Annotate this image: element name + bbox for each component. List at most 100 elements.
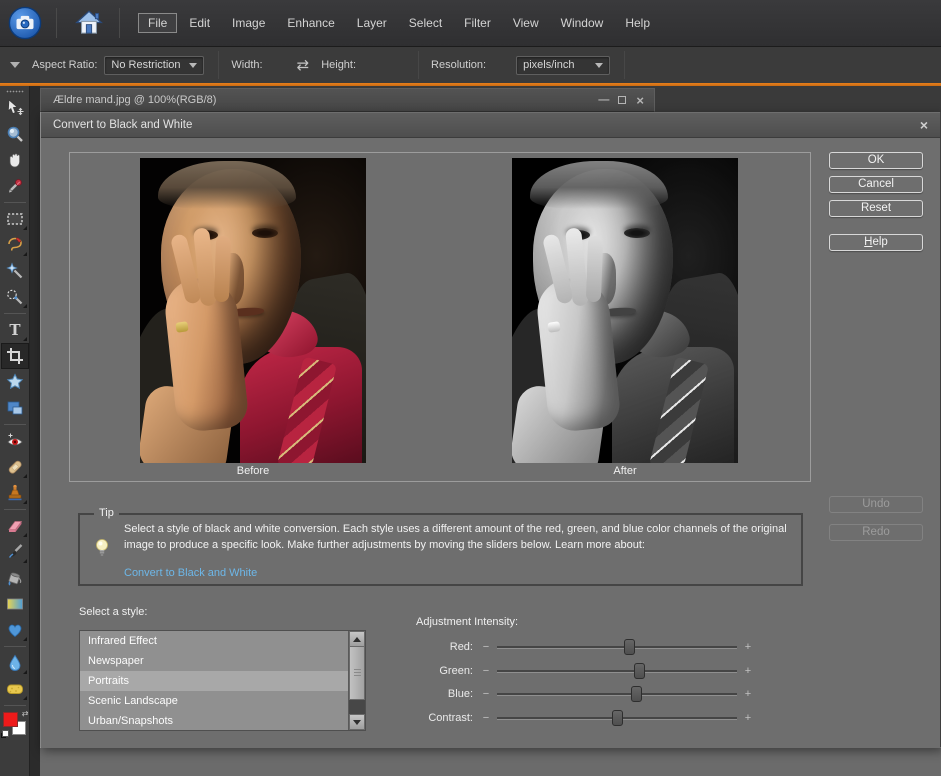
contrast-slider-minus[interactable]: − xyxy=(479,712,493,724)
accent-divider xyxy=(0,83,941,86)
style-option-urban-snapshots[interactable]: Urban/Snapshots xyxy=(80,711,348,730)
svg-text:T: T xyxy=(9,321,21,339)
tool-options-caret-icon[interactable] xyxy=(10,62,20,68)
tip-link[interactable]: Convert to Black and White xyxy=(124,567,257,579)
restore-icon[interactable] xyxy=(618,96,626,104)
blue-slider-plus[interactable]: + xyxy=(741,688,755,700)
aspect-ratio-dropdown[interactable]: No Restriction xyxy=(104,56,204,75)
red-slider-thumb[interactable] xyxy=(624,639,635,655)
convert-bw-dialog: Convert to Black and White × xyxy=(40,112,941,748)
before-label: Before xyxy=(140,465,366,477)
scroll-down-icon[interactable] xyxy=(349,714,365,730)
eraser-tool[interactable] xyxy=(1,513,29,539)
eyedropper-tool[interactable] xyxy=(1,173,29,199)
lasso-tool[interactable] xyxy=(1,232,29,258)
crop-tool[interactable] xyxy=(1,343,29,369)
toolbar-divider xyxy=(4,202,26,203)
app-logo-camera-icon[interactable] xyxy=(8,6,42,40)
home-icon[interactable] xyxy=(73,7,105,39)
style-list-rows: Infrared EffectNewspaperPortraitsScenic … xyxy=(80,631,348,730)
menu-item-edit[interactable]: Edit xyxy=(179,13,220,33)
menu-item-enhance[interactable]: Enhance xyxy=(277,13,344,33)
style-option-scenic-landscape[interactable]: Scenic Landscape xyxy=(80,691,348,711)
healing-brush-tool[interactable] xyxy=(1,454,29,480)
move-tool[interactable] xyxy=(1,95,29,121)
portrait-ring xyxy=(175,321,188,333)
quick-selection-tool[interactable] xyxy=(1,284,29,310)
clone-stamp-tool[interactable] xyxy=(1,480,29,506)
foreground-color-swatch[interactable] xyxy=(3,712,18,727)
type-tool[interactable]: T xyxy=(1,317,29,343)
style-option-infrared-effect[interactable]: Infrared Effect xyxy=(80,631,348,651)
dialog-close-icon[interactable]: × xyxy=(920,117,928,133)
blue-slider-minus[interactable]: − xyxy=(479,688,493,700)
cancel-button[interactable]: Cancel xyxy=(829,176,923,193)
red-slider-track[interactable] xyxy=(497,646,737,649)
toolbar-drag-handle[interactable] xyxy=(6,90,24,93)
red-slider-plus[interactable]: + xyxy=(741,641,755,653)
menu-item-image[interactable]: Image xyxy=(222,13,275,33)
shape-tool[interactable] xyxy=(1,617,29,643)
scrollbar-thumb[interactable] xyxy=(349,647,365,700)
document-titlebar[interactable]: Ældre mand.jpg @ 100%(RGB/8) — × xyxy=(40,88,655,112)
recompose-tool[interactable] xyxy=(1,395,29,421)
menu-item-help[interactable]: Help xyxy=(615,13,660,33)
scrollbar-track[interactable] xyxy=(349,700,365,714)
undo-button[interactable]: Undo xyxy=(829,496,923,513)
brush-tool[interactable] xyxy=(1,539,29,565)
tip-box: Tip Select a style of black and white co… xyxy=(78,513,803,586)
reset-button[interactable]: Reset xyxy=(829,200,923,217)
color-swatches[interactable]: ⇄ xyxy=(2,711,28,743)
after-portrait xyxy=(512,158,738,463)
red-eye-tool[interactable] xyxy=(1,428,29,454)
contrast-slider-track[interactable] xyxy=(497,717,737,720)
contrast-slider-plus[interactable]: + xyxy=(741,712,755,724)
default-colors-icon[interactable] xyxy=(2,730,9,737)
sponge-tool[interactable] xyxy=(1,676,29,702)
style-option-newspaper[interactable]: Newspaper xyxy=(80,651,348,671)
adjust-section-label: Adjustment Intensity: xyxy=(416,616,518,628)
menu-item-window[interactable]: Window xyxy=(551,13,614,33)
green-slider-label: Green: xyxy=(409,665,473,677)
zoom-tool[interactable] xyxy=(1,121,29,147)
minimize-icon[interactable]: — xyxy=(598,94,608,106)
menu-item-layer[interactable]: Layer xyxy=(347,13,397,33)
style-option-portraits[interactable]: Portraits xyxy=(80,671,348,691)
menu-item-view[interactable]: View xyxy=(503,13,549,33)
menu-item-select[interactable]: Select xyxy=(399,13,452,33)
swap-colors-icon[interactable]: ⇄ xyxy=(22,709,29,718)
chevron-down-icon xyxy=(189,63,197,68)
aspect-ratio-value: No Restriction xyxy=(111,59,180,71)
swap-dimensions-icon[interactable]: ⇄ xyxy=(297,56,310,74)
toolbar-gutter xyxy=(30,86,40,776)
close-icon[interactable]: × xyxy=(636,93,644,108)
blur-tool[interactable] xyxy=(1,650,29,676)
magic-wand-tool[interactable] xyxy=(1,258,29,284)
blue-slider-thumb[interactable] xyxy=(631,686,642,702)
hand-tool[interactable] xyxy=(1,147,29,173)
contrast-slider-thumb[interactable] xyxy=(612,710,623,726)
red-slider-minus[interactable]: − xyxy=(479,641,493,653)
help-button[interactable]: Help xyxy=(829,234,923,251)
lightbulb-icon xyxy=(95,538,109,559)
gradient-tool[interactable] xyxy=(1,591,29,617)
menu-item-file[interactable]: File xyxy=(138,13,177,33)
green-slider-minus[interactable]: − xyxy=(479,665,493,677)
scroll-up-icon[interactable] xyxy=(349,631,365,647)
blue-slider-track[interactable] xyxy=(497,693,737,696)
resolution-dropdown[interactable]: pixels/inch xyxy=(516,56,610,75)
green-slider-plus[interactable]: + xyxy=(741,665,755,677)
aspect-ratio-label: Aspect Ratio: xyxy=(32,59,97,71)
marquee-tool[interactable] xyxy=(1,206,29,232)
redo-button[interactable]: Redo xyxy=(829,524,923,541)
blue-slider-row: Blue:−+ xyxy=(409,684,754,704)
cookie-cutter-tool[interactable] xyxy=(1,369,29,395)
green-slider-track[interactable] xyxy=(497,670,737,673)
menu-item-filter[interactable]: Filter xyxy=(454,13,501,33)
ok-button[interactable]: OK xyxy=(829,152,923,169)
dialog-titlebar[interactable]: Convert to Black and White × xyxy=(41,112,940,138)
green-slider-thumb[interactable] xyxy=(634,663,645,679)
paint-bucket-tool[interactable] xyxy=(1,565,29,591)
after-image xyxy=(512,158,738,463)
preview-area: Before After xyxy=(69,152,811,482)
